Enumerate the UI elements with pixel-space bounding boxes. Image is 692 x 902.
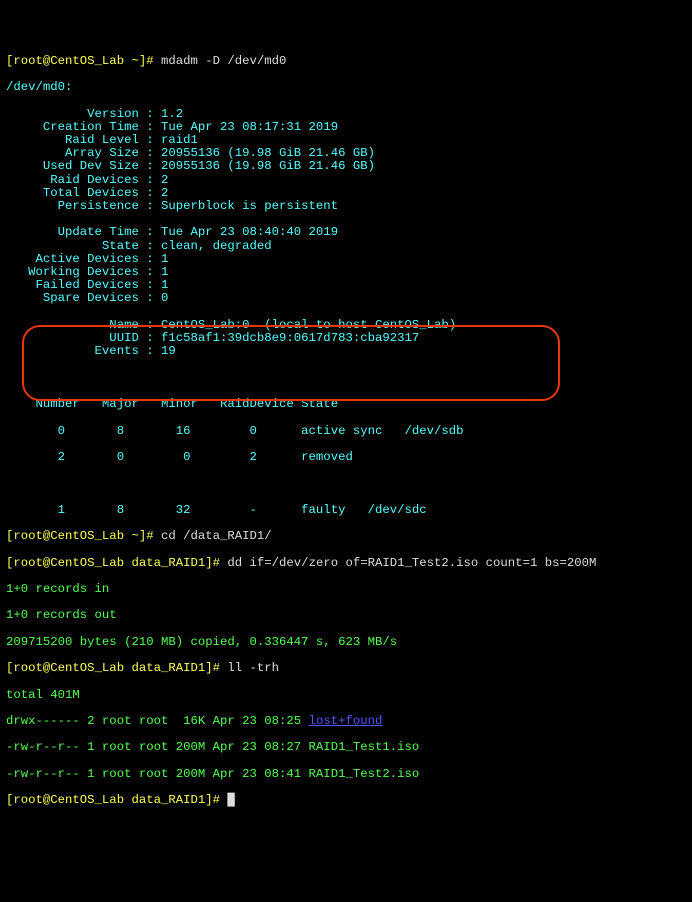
command: dd if=/dev/zero of=RAID1_Test2.iso count…: [227, 556, 596, 570]
md-field: Version : 1.2: [6, 108, 686, 121]
blank: [6, 372, 686, 385]
ls-row: -rw-r--r-- 1 root root 200M Apr 23 08:41…: [6, 768, 686, 781]
md-field: Used Dev Size : 20955136 (19.98 GiB 21.4…: [6, 160, 686, 173]
output-line: 1+0 records in: [6, 583, 686, 596]
md-field: Update Time : Tue Apr 23 08:40:40 2019: [6, 226, 686, 239]
prompt-line: [root@CentOS_Lab ~]# cd /data_RAID1/: [6, 530, 686, 543]
prompt: [root@CentOS_Lab ~]#: [6, 529, 161, 543]
prompt: [root@CentOS_Lab data_RAID1]#: [6, 556, 227, 570]
command: cd /data_RAID1/: [161, 529, 272, 543]
md-field: Raid Devices : 2: [6, 174, 686, 187]
device-path: /dev/md0:: [6, 81, 686, 94]
table-row: 1 8 32 - faulty /dev/sdc: [6, 504, 686, 517]
prompt-line: [root@CentOS_Lab data_RAID1]# █: [6, 794, 686, 807]
output-line: 1+0 records out: [6, 609, 686, 622]
table-row: 0 8 16 0 active sync /dev/sdb: [6, 425, 686, 438]
md-field: Spare Devices : 0: [6, 292, 686, 305]
blank: [6, 477, 686, 490]
prompt: [root@CentOS_Lab data_RAID1]#: [6, 793, 227, 807]
command: ll -trh: [227, 661, 279, 675]
prompt-line: [root@CentOS_Lab data_RAID1]# dd if=/dev…: [6, 557, 686, 570]
prompt-line: [root@CentOS_Lab ~]# mdadm -D /dev/md0: [6, 55, 686, 68]
cursor-icon: █: [227, 793, 234, 807]
ls-row: drwx------ 2 root root 16K Apr 23 08:25 …: [6, 715, 686, 728]
md-field: Persistence : Superblock is persistent: [6, 200, 686, 213]
table-header: Number Major Minor RaidDevice State: [6, 398, 686, 411]
blank: [6, 306, 686, 319]
ls-total: total 401M: [6, 689, 686, 702]
directory-name: lost+found: [309, 714, 383, 728]
md-field: State : clean, degraded: [6, 240, 686, 253]
prompt: [root@CentOS_Lab ~]#: [6, 54, 161, 68]
ls-row: -rw-r--r-- 1 root root 200M Apr 23 08:27…: [6, 741, 686, 754]
table-row: 2 0 0 2 removed: [6, 451, 686, 464]
prompt-line: [root@CentOS_Lab data_RAID1]# ll -trh: [6, 662, 686, 675]
terminal-output[interactable]: [root@CentOS_Lab ~]# mdadm -D /dev/md0 /…: [6, 42, 686, 847]
md-field: Events : 19: [6, 345, 686, 358]
output-line: 209715200 bytes (210 MB) copied, 0.33644…: [6, 636, 686, 649]
prompt: [root@CentOS_Lab data_RAID1]#: [6, 661, 227, 675]
command: mdadm -D /dev/md0: [161, 54, 286, 68]
